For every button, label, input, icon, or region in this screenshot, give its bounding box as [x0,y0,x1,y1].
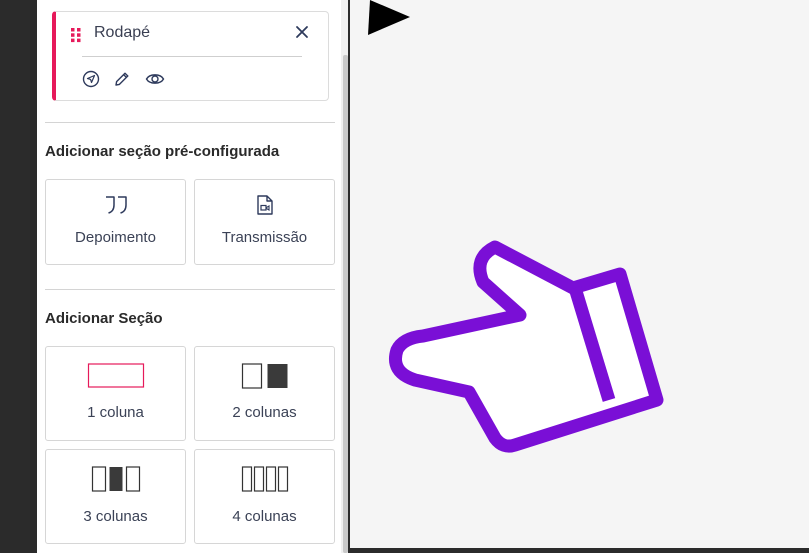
pencil-icon[interactable] [113,70,131,88]
section-divider [45,122,335,123]
section-divider [45,289,335,290]
left-dark-strip [0,0,37,553]
tile-transmissao[interactable]: Transmissão [194,179,335,265]
footer-card-title: Rodapé [94,24,151,41]
drag-handle-icon[interactable] [70,27,82,43]
video-file-icon [256,195,273,215]
two-columns-icon [241,363,287,389]
tile-depoimento[interactable]: Depoimento [45,179,186,265]
three-columns-icon [91,466,140,492]
tile-3-colunas[interactable]: 3 colunas [45,449,186,544]
tile-label: 4 colunas [232,508,297,525]
send-icon[interactable] [82,70,100,88]
tile-2-colunas[interactable]: 2 colunas [194,346,335,441]
preconfigured-section-heading: Adicionar seção pré-configurada [45,143,280,160]
footer-section-card[interactable]: Rodapé [52,11,329,101]
canvas-bottom-edge [348,548,809,553]
footer-card-divider [82,56,302,57]
tile-label: 1 coluna [87,404,144,421]
tile-4-colunas[interactable]: 4 colunas [194,449,335,544]
tile-1-coluna[interactable]: 1 coluna [45,346,186,441]
pointing-hand-icon [389,240,664,453]
quote-icon [105,196,127,214]
tile-label: 3 colunas [83,508,148,525]
four-columns-icon [241,466,288,492]
add-section-heading: Adicionar Seção [45,310,163,327]
eye-icon[interactable] [145,70,165,88]
tile-label: 2 colunas [232,404,297,421]
close-icon[interactable] [294,24,310,40]
mouse-pointer-icon [368,0,410,35]
tile-label: Transmissão [221,229,308,246]
one-column-icon [87,363,144,388]
tile-label: Depoimento [75,229,156,246]
